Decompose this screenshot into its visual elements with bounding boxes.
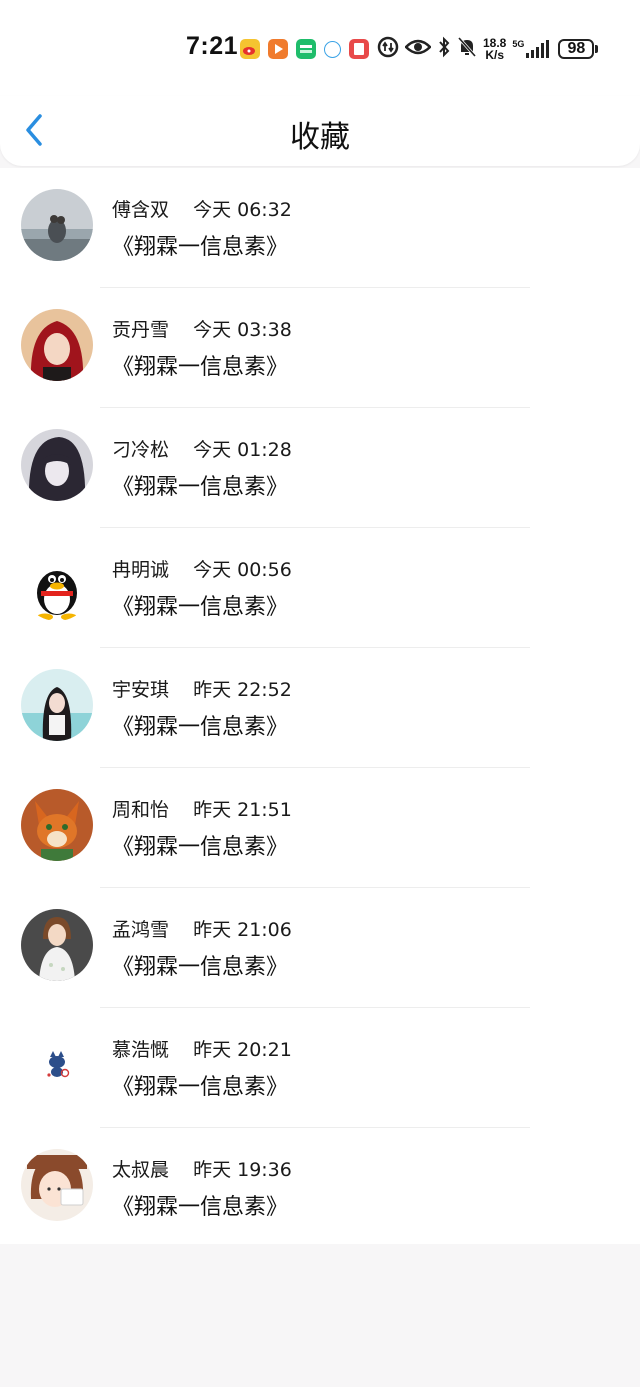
avatar[interactable] [21,309,93,381]
bluetooth-icon [437,36,451,62]
favorite-content: 《翔霖一信息素》 [112,835,289,860]
user-name: 太叔晨 [112,1159,170,1181]
timestamp: 昨天 19:36 [193,1159,292,1181]
eye-icon [404,37,432,61]
reader-icon [349,39,369,59]
avatar[interactable] [21,789,93,861]
favorite-content: 《翔霖一信息素》 [112,355,289,380]
network-speed-unit: K/s [485,48,505,62]
favorite-content: 《翔霖一信息素》 [112,1195,289,1220]
bilibili-icon [324,40,341,58]
list-item[interactable]: 傅含双 今天 06:32 《翔霖一信息素》 [0,168,640,288]
timestamp: 昨天 20:21 [193,1039,292,1061]
list-item[interactable]: 宇安琪 昨天 22:52 《翔霖一信息素》 [0,648,640,768]
favorite-content: 《翔霖一信息素》 [112,1075,289,1100]
favorite-content: 《翔霖一信息素》 [112,955,289,980]
list-item[interactable]: 孟鸿雪 昨天 21:06 《翔霖一信息素》 [0,888,640,1008]
favorite-content: 《翔霖一信息素》 [112,475,289,500]
header: 收藏 [0,96,640,166]
avatar[interactable] [21,429,93,501]
user-name: 傅含双 [112,199,170,221]
timestamp: 今天 06:32 [193,199,292,221]
iqiyi-icon [296,39,316,59]
avatar[interactable] [21,1149,93,1221]
page-title: 收藏 [290,120,350,155]
data-saver-icon [377,36,399,62]
video-app-icon [268,39,288,59]
favorite-content: 《翔霖一信息素》 [112,235,289,260]
status-icons: 18.8 K/s 5G 98 [240,36,599,62]
list-item[interactable]: 贡丹雪 今天 03:38 《翔霖一信息素》 [0,288,640,408]
list-item[interactable]: 周和怡 昨天 21:51 《翔霖一信息素》 [0,768,640,888]
user-name: 宇安琪 [112,679,170,701]
mute-bell-icon [457,36,477,62]
user-name: 孟鸿雪 [112,919,170,941]
avatar[interactable] [21,1029,93,1101]
timestamp: 今天 03:38 [193,319,292,341]
timestamp: 昨天 21:51 [193,799,292,821]
favorites-list: 傅含双 今天 06:32 《翔霖一信息素》 贡丹雪 今天 03:38 《翔霖一信… [0,168,640,1244]
weibo-icon [240,39,260,59]
list-item[interactable]: 慕浩慨 昨天 20:21 《翔霖一信息素》 [0,1008,640,1128]
list-item[interactable]: 太叔晨 昨天 19:36 《翔霖一信息素》 [0,1128,640,1248]
user-name: 刁冷松 [112,439,170,461]
user-name: 贡丹雪 [112,319,170,341]
avatar[interactable] [21,189,93,261]
list-item[interactable]: 冉明诚 今天 00:56 《翔霖一信息素》 [0,528,640,648]
avatar[interactable] [21,909,93,981]
user-name: 周和怡 [112,799,170,821]
favorite-content: 《翔霖一信息素》 [112,595,289,620]
user-name: 慕浩慨 [112,1039,170,1061]
user-name: 冉明诚 [112,559,170,581]
timestamp: 昨天 21:06 [193,919,292,941]
timestamp: 今天 00:56 [193,559,292,581]
timestamp: 昨天 22:52 [193,679,292,701]
network-speed: 18.8 K/s [483,37,506,61]
status-bar: 7:21 18.8 K/s 5G 98 [0,0,640,96]
timestamp: 今天 01:28 [193,439,292,461]
favorite-content: 《翔霖一信息素》 [112,715,289,740]
signal-label: 5G [512,39,525,49]
signal-icon: 5G [512,39,550,59]
battery-indicator: 98 [558,39,595,59]
avatar[interactable] [21,549,93,621]
status-time: 7:21 [186,32,239,60]
avatar[interactable] [21,669,93,741]
list-item[interactable]: 刁冷松 今天 01:28 《翔霖一信息素》 [0,408,640,528]
battery-tip [595,45,599,53]
